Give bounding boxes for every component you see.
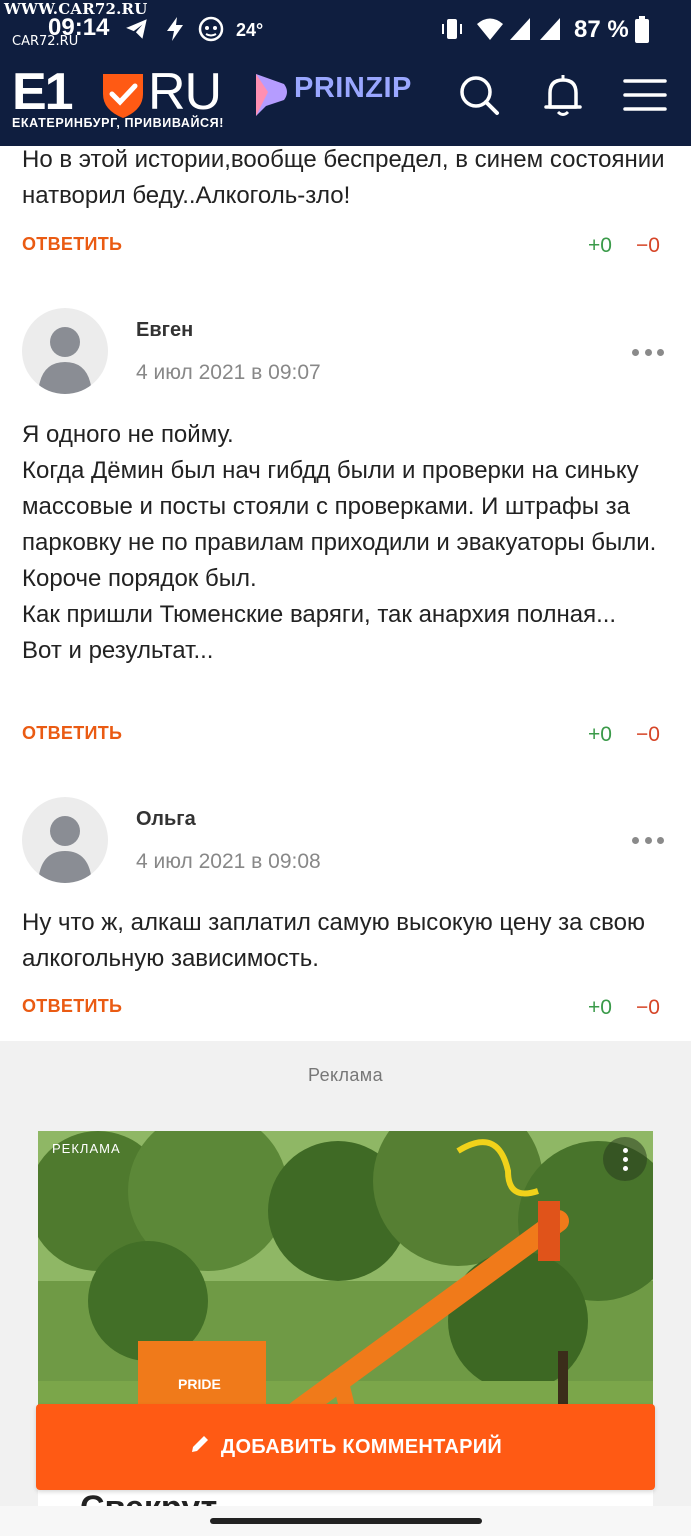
comment-text: Я одного не пойму. Когда Дёмин был нач г… <box>22 417 672 669</box>
brand-bar: E1 RU ЕКАТЕРИНБУРГ, ПРИВИВАЙСЯ! PRINZIP <box>0 62 691 142</box>
comment-line: Как пришли Тюменские варяги, так анархия… <box>22 601 617 628</box>
notifications-button[interactable] <box>538 72 588 122</box>
comment-line: Я одного не пойму. <box>22 421 234 448</box>
status-watermark: CAR72.RU <box>12 34 79 49</box>
hamburger-icon <box>623 77 667 118</box>
comment-author[interactable]: Ольга <box>136 808 196 831</box>
search-button[interactable] <box>454 72 504 122</box>
system-nav-bar <box>0 1506 691 1536</box>
wifi-icon <box>476 16 504 47</box>
logo-e1[interactable]: E1 <box>12 66 74 118</box>
vibrate-icon <box>440 16 464 47</box>
bell-icon <box>544 73 582 122</box>
ad-options-button[interactable] <box>603 1137 647 1181</box>
status-temperature: 24° <box>236 20 264 40</box>
vote-up-button[interactable]: +0 <box>588 234 612 258</box>
comment-more-button[interactable] <box>632 347 664 357</box>
app-header: WWW.CAR72.RU 09:14 CAR72.RU 24° 87 % E1 … <box>0 0 691 146</box>
search-icon <box>458 74 500 121</box>
partner-logo[interactable]: PRINZIP <box>294 72 412 105</box>
vote-down-button[interactable]: −0 <box>636 996 660 1020</box>
signal-icon-2 <box>538 16 562 47</box>
user-placeholder-icon <box>38 327 92 394</box>
comment-more-button[interactable] <box>632 835 664 845</box>
reply-button[interactable]: ОТВЕТИТЬ <box>22 234 122 255</box>
comment-text: Но в этой истории,вообще беспредел, в си… <box>22 146 665 209</box>
avatar[interactable] <box>22 308 108 394</box>
reply-button[interactable]: ОТВЕТИТЬ <box>22 996 122 1017</box>
add-comment-label: ДОБАВИТЬ КОММЕНТАРИЙ <box>220 1435 503 1458</box>
vote-up-button[interactable]: +0 <box>588 723 612 747</box>
avatar[interactable] <box>22 797 108 883</box>
ad-image-tag: РЕКЛАМА <box>52 1141 121 1156</box>
logo-ru[interactable]: RU <box>148 66 222 118</box>
ad-brand-text: PRIDE <box>178 1376 221 1392</box>
shield-app-icon <box>198 16 224 47</box>
ad-label: Реклама <box>307 1065 383 1085</box>
bolt-icon <box>164 16 186 47</box>
comment-text: Ну что ж, алкаш заплатил самую высокую ц… <box>22 909 645 972</box>
vote-down-button[interactable]: −0 <box>636 723 660 747</box>
battery-percent: 87 % <box>574 16 629 43</box>
comment-date: 4 июл 2021 в 09:07 <box>136 361 321 384</box>
comment-date: 4 июл 2021 в 09:08 <box>136 850 321 873</box>
vote-down-button[interactable]: −0 <box>636 234 660 258</box>
status-bar: 09:14 CAR72.RU 24° 87 % <box>0 12 691 49</box>
comment-line: Когда Дёмин был нач гибдд были и проверк… <box>22 457 657 592</box>
comment-author[interactable]: Евген <box>136 319 193 342</box>
home-gesture-handle[interactable] <box>210 1518 482 1524</box>
comment-line: Вот и результат... <box>22 637 214 664</box>
add-comment-button[interactable]: ДОБАВИТЬ КОММЕНТАРИЙ <box>36 1404 655 1490</box>
menu-button[interactable] <box>620 72 670 122</box>
prinzip-logo-icon <box>254 72 290 121</box>
vote-up-button[interactable]: +0 <box>588 996 612 1020</box>
battery-icon <box>634 16 650 49</box>
telegram-icon <box>124 16 150 47</box>
pencil-icon <box>189 1433 211 1461</box>
reply-button[interactable]: ОТВЕТИТЬ <box>22 723 122 744</box>
user-placeholder-icon <box>38 816 92 883</box>
signal-icon-1 <box>508 16 532 47</box>
logo-tagline: ЕКАТЕРИНБУРГ, ПРИВИВАЙСЯ! <box>12 116 225 130</box>
